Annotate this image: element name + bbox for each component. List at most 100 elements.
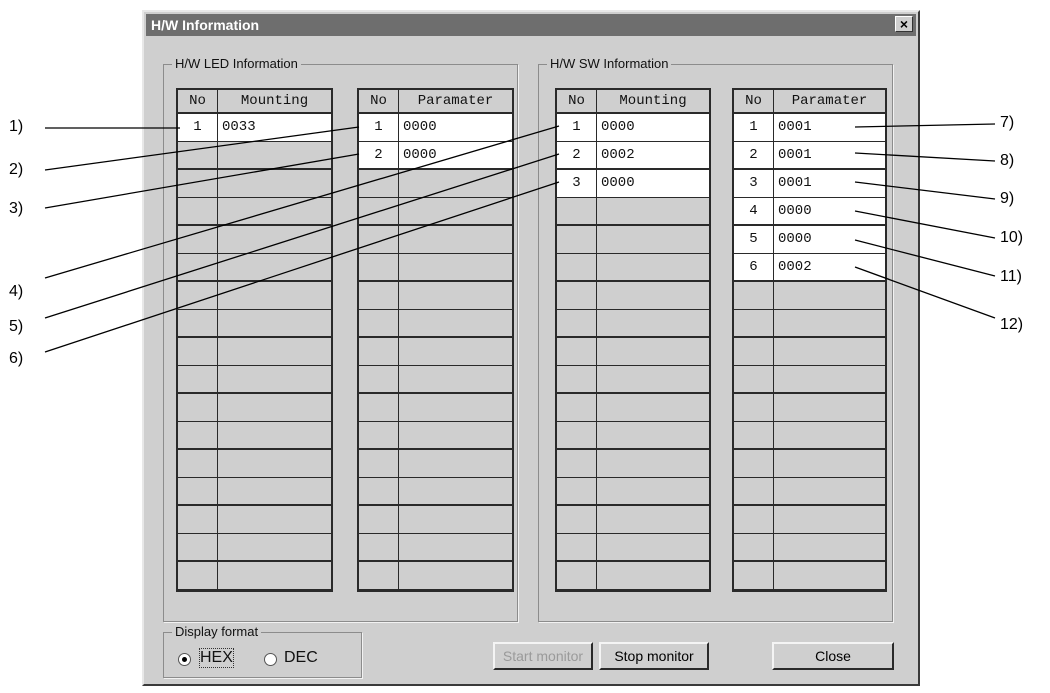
table-row[interactable] <box>359 506 512 534</box>
sw-parameter-table[interactable]: No Paramater 1 0001 2 0001 3 0001 4 0000 5 0000 6 000… <box>732 88 887 592</box>
table-row[interactable] <box>557 534 709 562</box>
row-number-cell <box>557 310 597 336</box>
table-row[interactable] <box>557 450 709 478</box>
table-row[interactable]: 6 0002 <box>734 254 885 282</box>
table-row[interactable] <box>178 198 331 226</box>
row-value-cell <box>597 534 709 560</box>
led-parameter-table[interactable]: No Paramater 1 0000 2 0000 <box>357 88 514 592</box>
table-row[interactable] <box>557 478 709 506</box>
close-button[interactable]: Close <box>772 642 894 670</box>
table-row[interactable] <box>734 534 885 562</box>
table-row[interactable] <box>178 338 331 366</box>
table-row[interactable] <box>734 366 885 394</box>
table-row[interactable] <box>359 226 512 254</box>
table-row[interactable] <box>734 450 885 478</box>
table-row[interactable]: 2 0001 <box>734 142 885 170</box>
table-row[interactable] <box>178 506 331 534</box>
table-row[interactable] <box>359 198 512 226</box>
row-value-cell <box>597 450 709 477</box>
row-number-cell <box>359 394 399 421</box>
start-monitor-button[interactable]: Start monitor <box>493 642 593 670</box>
table-row[interactable]: 1 0000 <box>557 114 709 142</box>
close-icon[interactable]: × <box>895 16 913 32</box>
table-row[interactable] <box>734 562 885 590</box>
table-row[interactable]: 1 0033 <box>178 114 331 142</box>
table-row[interactable] <box>734 282 885 310</box>
table-row[interactable] <box>359 338 512 366</box>
table-row[interactable] <box>359 534 512 562</box>
row-value-cell <box>399 450 512 477</box>
row-value-cell: 0000 <box>778 203 812 219</box>
table-row[interactable] <box>178 142 331 170</box>
table-row[interactable] <box>178 562 331 590</box>
table-row[interactable] <box>178 254 331 282</box>
table-row[interactable] <box>178 450 331 478</box>
sw-mounting-table[interactable]: No Mounting 1 0000 2 0002 3 0000 <box>555 88 711 592</box>
title-bar[interactable]: H/W Information × <box>146 14 916 36</box>
table-row[interactable] <box>178 170 331 198</box>
table-row[interactable] <box>734 422 885 450</box>
callout-label-5: 5) <box>9 318 24 335</box>
row-value-cell <box>597 226 709 253</box>
table-row[interactable] <box>359 450 512 478</box>
table-row[interactable] <box>734 478 885 506</box>
table-row[interactable]: 4 0000 <box>734 198 885 226</box>
row-number-cell <box>359 198 399 224</box>
table-row[interactable] <box>178 394 331 422</box>
table-row[interactable] <box>359 254 512 282</box>
table-row[interactable]: 1 0000 <box>359 114 512 142</box>
table-row[interactable] <box>359 562 512 590</box>
table-row[interactable] <box>359 282 512 310</box>
stop-monitor-button[interactable]: Stop monitor <box>599 642 709 670</box>
dec-radio-label[interactable]: DEC <box>284 649 318 667</box>
table-row[interactable] <box>359 366 512 394</box>
table-row[interactable]: 3 0000 <box>557 170 709 198</box>
table-row[interactable] <box>557 338 709 366</box>
row-value-cell <box>774 506 885 533</box>
table-row[interactable]: 2 0000 <box>359 142 512 170</box>
table-row[interactable] <box>557 198 709 226</box>
row-number-cell: 3 <box>734 170 774 197</box>
table-row[interactable] <box>557 394 709 422</box>
table-row[interactable] <box>557 506 709 534</box>
table-row[interactable] <box>359 478 512 506</box>
table-row[interactable] <box>359 394 512 422</box>
table-row[interactable] <box>557 282 709 310</box>
table-row[interactable] <box>178 422 331 450</box>
table-row[interactable] <box>557 422 709 450</box>
dec-radio[interactable] <box>264 653 277 666</box>
row-value-cell <box>218 478 331 504</box>
table-row[interactable] <box>178 310 331 338</box>
table-row[interactable] <box>359 310 512 338</box>
table-row[interactable] <box>557 366 709 394</box>
table-row[interactable]: 3 0001 <box>734 170 885 198</box>
table-row[interactable] <box>734 338 885 366</box>
row-value-cell <box>218 394 331 421</box>
row-number-cell <box>178 422 218 448</box>
table-row[interactable] <box>178 366 331 394</box>
table-row[interactable] <box>557 562 709 590</box>
table-row[interactable] <box>178 534 331 562</box>
table-row[interactable] <box>734 506 885 534</box>
led-mounting-table[interactable]: No Mounting 1 0033 <box>176 88 333 592</box>
row-value-cell: 0002 <box>601 147 635 163</box>
table-row[interactable] <box>178 478 331 506</box>
table-row[interactable] <box>734 394 885 422</box>
table-row[interactable] <box>557 254 709 282</box>
table-row[interactable] <box>557 310 709 338</box>
table-row[interactable] <box>734 310 885 338</box>
row-number-cell <box>557 254 597 280</box>
hex-radio[interactable] <box>178 653 191 666</box>
table-row[interactable]: 2 0002 <box>557 142 709 170</box>
table-row[interactable]: 5 0000 <box>734 226 885 254</box>
table-row[interactable] <box>359 170 512 198</box>
row-number-cell <box>359 366 399 392</box>
table-row[interactable] <box>359 422 512 450</box>
table-row[interactable] <box>557 226 709 254</box>
table-row[interactable]: 1 0001 <box>734 114 885 142</box>
hex-radio-label[interactable]: HEX <box>199 648 234 668</box>
row-number-cell <box>557 338 597 365</box>
callout-label-9: 9) <box>1000 190 1015 207</box>
table-row[interactable] <box>178 282 331 310</box>
table-row[interactable] <box>178 226 331 254</box>
